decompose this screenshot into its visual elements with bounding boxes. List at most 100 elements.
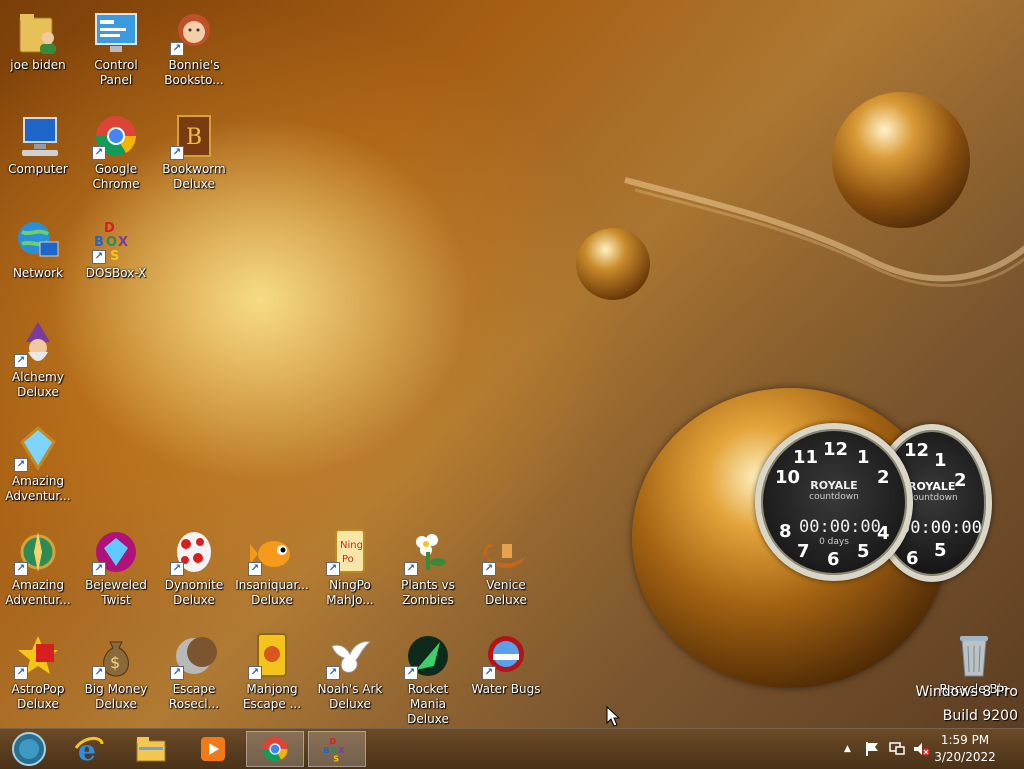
desktop-icon-label: Network — [12, 266, 64, 280]
computer-icon — [14, 112, 62, 160]
rocket-icon: ↗ — [404, 632, 452, 680]
desktop-icon-label: Amazing Adventur... — [5, 474, 71, 503]
start-orb-icon — [12, 732, 46, 766]
dove-icon: ↗ — [326, 632, 374, 680]
desktop-icon-network[interactable]: Network — [0, 216, 76, 281]
desktop-icon-label: Escape Rosecl... — [168, 682, 220, 711]
gadget-time: 00:00:00 — [799, 517, 881, 537]
desktop-icon-label: Water Bugs — [471, 682, 541, 696]
taskbar-dosbox[interactable]: DBOXS — [308, 731, 366, 767]
clock-date: 3/20/2022 — [934, 750, 996, 764]
desktop-icon-google-chrome[interactable]: ↗ Google Chrome — [78, 112, 154, 192]
desktop-icon-venice-deluxe[interactable]: ↗ Venice Deluxe — [468, 528, 544, 608]
action-center-flag-icon[interactable] — [864, 741, 882, 757]
svg-text:B: B — [94, 235, 104, 250]
volume-muted-icon[interactable] — [912, 741, 930, 757]
desktop-icon-plants-vs-zombies[interactable]: ↗ Plants vs Zombies — [390, 528, 466, 608]
mahjong-escape-icon: ↗ — [248, 632, 296, 680]
desktop-icon-label: DOSBox-X — [85, 266, 147, 280]
desktop-icon-label: Google Chrome — [92, 162, 140, 191]
svg-text:D: D — [104, 221, 115, 236]
desktop-icon-rocket-mania-deluxe[interactable]: ↗ Rocket Mania Deluxe — [390, 632, 466, 727]
desktop-icon-label: Bookworm Deluxe — [162, 162, 226, 191]
desktop-icon-label: Dynomite Deluxe — [164, 578, 224, 607]
dial-number: 1 — [934, 450, 947, 471]
svg-text:X: X — [338, 745, 345, 755]
desktop-icon-label: Noah's Ark Deluxe — [317, 682, 383, 711]
desktop-icon-label: NingPo MahJo... — [326, 578, 374, 607]
control-panel-icon — [92, 8, 140, 56]
mahjong-tile-icon: Ning Po ↗ — [326, 528, 374, 576]
gadget-subtitle: countdown — [809, 492, 859, 502]
desktop-icon-alchemy-deluxe[interactable]: ↗ Alchemy Deluxe — [0, 320, 76, 400]
svg-text:B: B — [323, 745, 329, 755]
svg-text:Ning: Ning — [340, 540, 363, 551]
desktop-icon-joe-biden[interactable]: joe biden — [0, 8, 76, 73]
compass-icon: ↗ — [14, 528, 62, 576]
dosbox-icon: DB O XS — [323, 736, 345, 764]
taskbar-file-explorer[interactable] — [122, 731, 180, 767]
svg-text:$: $ — [110, 653, 120, 672]
desktop-icon-label: Computer — [8, 162, 68, 176]
desktop-icon-noahs-ark-deluxe[interactable]: ↗ Noah's Ark Deluxe — [312, 632, 388, 712]
gadget-time: 00:00:00 — [900, 518, 982, 538]
desktop-icon-bonnies-bookstore[interactable]: ↗ Bonnie's Booksto... — [156, 8, 232, 88]
flower-icon: ↗ — [404, 528, 452, 576]
dial-number: 5 — [934, 540, 947, 561]
dosbox-icon: DBOXS ↗ — [92, 221, 129, 264]
chrome-icon — [262, 736, 288, 762]
desktop-icon-label: Bonnie's Booksto... — [164, 58, 224, 87]
water-bugs-icon: ↗ — [482, 632, 530, 680]
dial-number: 12 — [904, 440, 930, 461]
taskbar-media-player[interactable] — [184, 731, 242, 767]
taskbar: e DBOXS ▲ 1:59 PM 3/20/2022 — [0, 728, 1024, 769]
show-hidden-icons-icon[interactable]: ▲ — [844, 744, 858, 754]
desktop-icon-water-bugs[interactable]: ↗ Water Bugs — [468, 632, 544, 697]
fish-icon: ↗ — [248, 528, 296, 576]
desktop-icon-escape-rosecliff[interactable]: ↗ Escape Rosecl... — [156, 632, 232, 712]
desktop-icon-ningpo-mahjong[interactable]: Ning Po ↗ NingPo MahJo... — [312, 528, 388, 608]
desktop-icon-computer[interactable]: Computer — [0, 112, 76, 177]
chrome-icon: ↗ — [92, 112, 140, 160]
bookworm-icon: B ↗ — [170, 112, 218, 160]
desktop-icon-label: Plants vs Zombies — [401, 578, 455, 607]
desktop-icon-control-panel[interactable]: Control Panel — [78, 8, 154, 88]
wizard-icon: ↗ — [14, 320, 62, 368]
dial-number: 11 — [793, 447, 819, 468]
mouse-cursor-icon — [606, 706, 620, 727]
dial-number: 2 — [954, 470, 967, 491]
desktop-icon-dosbox-x[interactable]: DBOXS ↗ DOSBox-X — [78, 216, 154, 281]
dial-number: 6 — [906, 548, 919, 569]
desktop-icon-label: Alchemy Deluxe — [12, 370, 64, 399]
desktop[interactable]: joe biden Computer Network ↗ Alchemy Del… — [0, 0, 1024, 728]
desktop-icon-mahjong-escape[interactable]: ↗ Mahjong Escape ... — [234, 632, 310, 712]
desktop-icon-insaniquarium-deluxe[interactable]: ↗ Insaniquar... Deluxe — [234, 528, 310, 608]
desktop-icon-amazing-adventures[interactable]: ↗ Amazing Adventur... — [0, 424, 76, 504]
taskbar-internet-explorer[interactable]: e — [60, 731, 118, 767]
astropop-icon: ↗ — [14, 632, 62, 680]
taskbar-chrome[interactable] — [246, 731, 304, 767]
svg-text:S: S — [110, 249, 119, 264]
dial-number: 1 — [857, 447, 870, 468]
desktop-icon-bookworm-deluxe[interactable]: B ↗ Bookworm Deluxe — [156, 112, 232, 192]
desktop-icon-big-money-deluxe[interactable]: $ ↗ Big Money Deluxe — [78, 632, 154, 712]
desktop-icon-label: joe biden — [10, 58, 66, 72]
media-player-icon — [201, 737, 225, 761]
gadget-brand: ROYALE — [908, 480, 956, 493]
diamond-icon: ↗ — [14, 424, 62, 472]
taskbar-clock[interactable]: 1:59 PM 3/20/2022 — [930, 732, 1000, 766]
desktop-icon-label: Big Money Deluxe — [84, 682, 148, 711]
desktop-icon-label: Control Panel — [94, 58, 138, 87]
start-button[interactable] — [0, 731, 58, 767]
desktop-icon-bejeweled-twist[interactable]: ↗ Bejeweled Twist — [78, 528, 154, 608]
desktop-icon-astropop-deluxe[interactable]: ↗ AstroPop Deluxe — [0, 632, 76, 712]
gadget-subtitle: countdown — [908, 493, 958, 503]
desktop-icon-dynomite-deluxe[interactable]: ↗ Dynomite Deluxe — [156, 528, 232, 608]
recycle-bin-icon — [950, 632, 998, 680]
network-icon[interactable] — [888, 741, 906, 757]
dial-number: 6 — [827, 549, 840, 570]
svg-text:B: B — [186, 125, 202, 150]
countdown-gadget[interactable]: 12 1 2 4 5 6 7 8 10 11 ROYALE countdown … — [755, 423, 913, 581]
desktop-icon-amazing-adventures[interactable]: ↗ Amazing Adventur... — [0, 528, 76, 608]
os-build-watermark: Build 9200 — [942, 708, 1018, 724]
